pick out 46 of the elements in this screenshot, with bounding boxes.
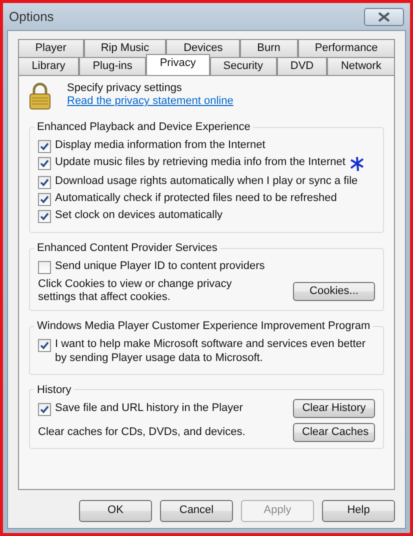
window-title: Options xyxy=(9,8,54,24)
checkbox[interactable] xyxy=(38,210,51,223)
tab[interactable]: Rip Music xyxy=(84,39,166,57)
checkbox-label: Save file and URL history in the Player xyxy=(55,402,243,415)
checkbox-label: Download usage rights automatically when I play or sync a file xyxy=(55,175,358,188)
action-button[interactable]: Clear Caches xyxy=(293,422,375,442)
dialog-button[interactable]: Cancel xyxy=(160,500,233,522)
group-title: History xyxy=(36,382,72,397)
tab[interactable]: Player xyxy=(18,39,84,57)
tab[interactable]: Performance xyxy=(298,39,396,57)
tab[interactable]: DVD xyxy=(276,57,328,75)
tab[interactable]: Library xyxy=(18,57,79,75)
clear-history-button[interactable]: Clear History xyxy=(293,399,375,418)
dialog-button[interactable]: OK xyxy=(79,500,152,522)
description-text: Clear caches for CDs, DVDs, and devices. xyxy=(38,426,246,439)
tab[interactable]: Devices xyxy=(166,39,240,57)
checkbox[interactable] xyxy=(38,339,51,352)
group-title: Enhanced Content Provider Services xyxy=(36,241,218,255)
group-title: Enhanced Playback and Device Experience xyxy=(36,120,252,134)
checkbox[interactable] xyxy=(38,193,51,206)
header-title: Specify privacy settings xyxy=(67,82,183,96)
checkbox-label: Automatically check if protected files need to be refreshed xyxy=(55,192,337,206)
padlock-icon xyxy=(29,82,51,110)
tab[interactable]: Burn xyxy=(240,39,298,57)
tab[interactable]: Network xyxy=(327,57,396,75)
action-button[interactable]: Cookies... xyxy=(293,282,375,301)
checkbox[interactable] xyxy=(38,402,51,416)
dialog-button[interactable]: Help xyxy=(322,500,395,522)
checkbox[interactable] xyxy=(38,261,51,274)
privacy-statement-link[interactable]: Read the privacy statement online xyxy=(67,95,234,108)
checkbox-label: Update music files by retrieving media info from the Internet xyxy=(55,156,346,170)
dialog-button: Apply xyxy=(241,500,314,522)
tab[interactable]: Security xyxy=(210,57,277,75)
checkbox-label: Send unique Player ID to content providers xyxy=(55,260,265,274)
checkbox-label: Display media information from the Internet xyxy=(55,139,266,152)
group-title: Windows Media Player Customer Experience Improvement Program xyxy=(36,319,372,334)
close-icon xyxy=(378,12,390,22)
checkbox[interactable] xyxy=(38,140,51,153)
checkbox-label: Set clock on devices automatically xyxy=(55,209,223,222)
checkbox[interactable] xyxy=(38,176,51,189)
tab[interactable]: Privacy xyxy=(146,54,210,75)
checkbox-label: I want to help make Microsoft software and services even better by sending Player usage data to Microsoft. xyxy=(55,338,367,365)
checkbox[interactable] xyxy=(38,157,51,170)
tab[interactable]: Plug-ins xyxy=(79,57,146,75)
description-text: Click Cookies to view or change privacy settings that affect cookies. xyxy=(38,278,233,304)
close-button[interactable] xyxy=(364,8,404,26)
